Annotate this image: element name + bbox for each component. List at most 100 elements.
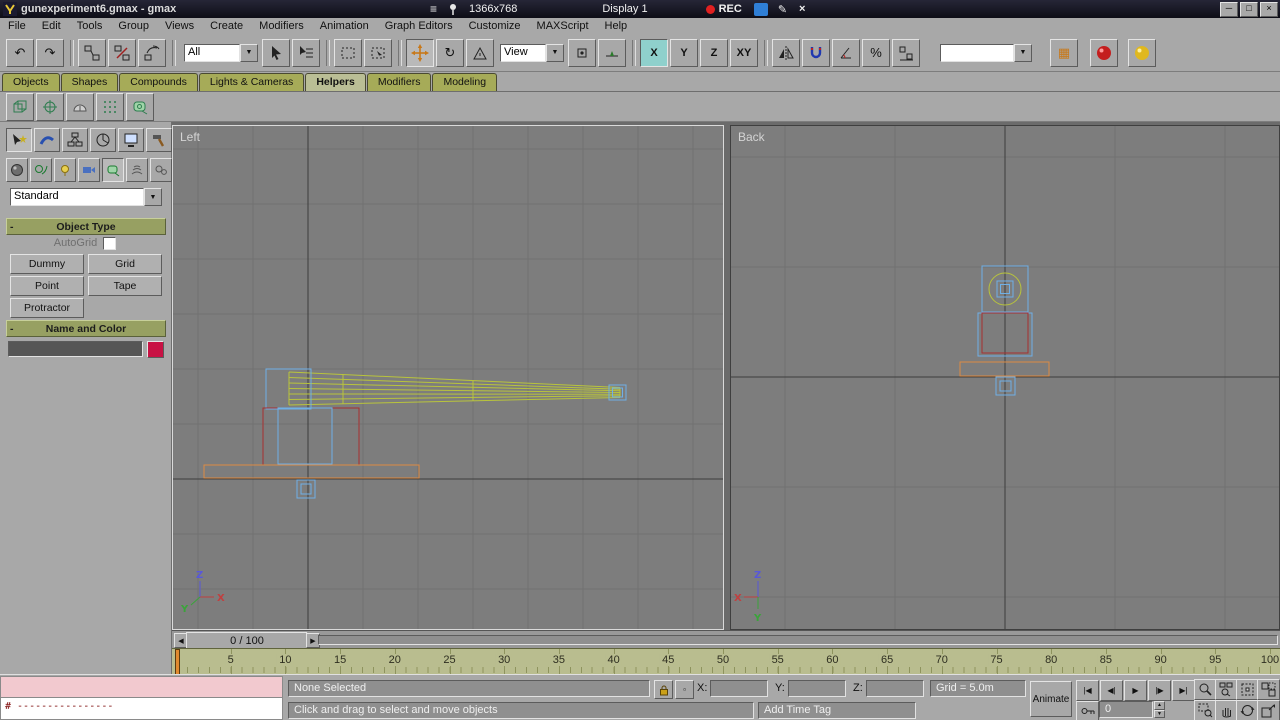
named-selection-sets-combo[interactable]: ▼	[940, 43, 1032, 62]
spacewarps-category-button[interactable]	[126, 158, 148, 182]
go-to-end-button[interactable]: ▶|	[1172, 680, 1195, 701]
shapes-category-button[interactable]	[30, 158, 52, 182]
hierarchy-tab-button[interactable]	[62, 128, 88, 152]
object-type-rollout-header[interactable]: - Object Type	[6, 218, 166, 235]
display-tab-button[interactable]	[118, 128, 144, 152]
cameras-category-button[interactable]	[78, 158, 100, 182]
x-coordinate-field[interactable]	[710, 680, 768, 697]
combo-arrow-icon[interactable]: ▼	[1014, 43, 1032, 62]
track-bar[interactable]: 5 10 15 20 25 30 35 40 45 50 55 60 65 70 75 80 85 90 95 100	[172, 648, 1280, 674]
systems-category-button[interactable]	[150, 158, 172, 182]
body-box-blue[interactable]	[277, 407, 333, 465]
object-color-swatch[interactable]	[147, 340, 164, 358]
select-by-name-button[interactable]	[292, 38, 320, 67]
align-button[interactable]	[892, 38, 920, 67]
restrict-z-button[interactable]: Z	[700, 38, 728, 67]
viewport-back-label[interactable]: Back	[738, 130, 765, 144]
material-editor-button[interactable]	[1090, 38, 1118, 67]
menu-group[interactable]: Group	[110, 20, 157, 32]
selection-region-button[interactable]	[334, 38, 362, 67]
use-pivot-center-button[interactable]	[568, 38, 596, 67]
menu-create[interactable]: Create	[202, 20, 251, 32]
object-type-tape-button[interactable]: Tape	[88, 276, 162, 296]
select-and-rotate-button[interactable]: ↻	[436, 38, 464, 67]
restrict-y-button[interactable]: Y	[670, 38, 698, 67]
coordinate-system-combo[interactable]: View ▼	[500, 43, 564, 62]
animate-button[interactable]: Animate	[1030, 681, 1072, 717]
close-button[interactable]: ×	[1260, 1, 1278, 17]
helper-type-combo[interactable]: Standard ▼	[10, 188, 162, 206]
restrict-xy-button[interactable]: XY	[730, 38, 758, 67]
menu-file[interactable]: File	[0, 20, 34, 32]
selection-lock-button[interactable]	[654, 680, 673, 699]
menu-customize[interactable]: Customize	[461, 20, 529, 32]
select-and-move-button[interactable]	[406, 38, 434, 67]
frame-spinner[interactable]: ▲ ▼	[1154, 701, 1165, 718]
menu-tools[interactable]: Tools	[69, 20, 111, 32]
snap-toggle-button[interactable]	[802, 38, 830, 67]
viewport-left-label[interactable]: Left	[180, 130, 200, 144]
schematic-view-button[interactable]: ▦	[1050, 38, 1078, 67]
create-tab-button[interactable]	[6, 128, 32, 152]
maximize-button[interactable]: □	[1240, 1, 1258, 17]
menu-views[interactable]: Views	[157, 20, 202, 32]
viewport-back[interactable]: Back Z X Y	[730, 125, 1280, 630]
time-slider-handle[interactable]: 0 / 100	[186, 632, 308, 649]
helper-dummy-button[interactable]	[6, 92, 34, 121]
modify-tab-button[interactable]	[34, 128, 60, 152]
tab-modifiers[interactable]: Modifiers	[366, 73, 432, 91]
helper-point-button[interactable]	[36, 92, 64, 121]
combo-arrow-icon[interactable]: ▼	[546, 43, 564, 62]
absolute-mode-button[interactable]: ▫	[675, 680, 694, 699]
lights-category-button[interactable]	[54, 158, 76, 182]
autogrid-checkbox[interactable]	[103, 236, 117, 250]
motion-tab-button[interactable]	[90, 128, 116, 152]
menu-animation[interactable]: Animation	[312, 20, 377, 32]
viewport-left[interactable]: Left Z X Y	[172, 125, 724, 630]
unlink-button[interactable]	[108, 38, 136, 67]
z-coordinate-field[interactable]	[866, 680, 924, 697]
zoom-button[interactable]	[1194, 679, 1217, 700]
helpers-category-button[interactable]	[102, 158, 124, 182]
helper-grid-button[interactable]	[96, 92, 124, 121]
select-and-link-button[interactable]	[78, 38, 106, 67]
key-mode-button[interactable]	[1076, 701, 1099, 720]
base-helper[interactable]	[296, 479, 316, 499]
overlay-menu-icon[interactable]: ≡	[430, 2, 437, 16]
current-frame-field[interactable]: 0	[1099, 701, 1153, 718]
tab-shapes[interactable]: Shapes	[60, 73, 119, 91]
spinner-down-icon[interactable]: ▼	[1154, 709, 1165, 718]
render-button[interactable]	[1128, 38, 1156, 67]
macro-recorder-pane[interactable]	[0, 676, 283, 698]
time-slider-track[interactable]	[318, 635, 1278, 645]
redo-button[interactable]: ↷	[36, 38, 64, 67]
current-frame-marker[interactable]	[175, 649, 180, 674]
utilities-tab-button[interactable]	[146, 128, 172, 152]
bind-to-spacewarp-button[interactable]	[138, 38, 166, 67]
overlay-close-icon[interactable]: ×	[799, 3, 805, 15]
zoom-extents-all-button[interactable]	[1257, 679, 1280, 700]
mirror-button[interactable]	[772, 38, 800, 67]
undo-button[interactable]: ↶	[6, 38, 34, 67]
base-plate[interactable]	[203, 464, 420, 479]
tab-compounds[interactable]: Compounds	[119, 73, 198, 91]
tab-lights-cameras[interactable]: Lights & Cameras	[198, 73, 305, 91]
next-frame-button[interactable]: |▶	[1148, 680, 1171, 701]
arc-rotate-button[interactable]	[1236, 700, 1259, 720]
pin-icon[interactable]	[447, 3, 459, 15]
min-max-toggle-button[interactable]	[1257, 700, 1280, 720]
menu-edit[interactable]: Edit	[34, 20, 69, 32]
percent-snap-button[interactable]: %	[862, 38, 890, 67]
tab-objects[interactable]: Objects	[2, 73, 60, 91]
object-type-dummy-button[interactable]: Dummy	[10, 254, 84, 274]
zoom-all-button[interactable]	[1215, 679, 1238, 700]
go-to-start-button[interactable]: |◀	[1076, 680, 1099, 701]
y-coordinate-field[interactable]	[788, 680, 846, 697]
select-and-manipulate-button[interactable]	[598, 38, 626, 67]
name-color-rollout-header[interactable]: - Name and Color	[6, 320, 166, 337]
combo-arrow-icon[interactable]: ▼	[144, 188, 162, 206]
add-time-tag-field[interactable]: Add Time Tag	[758, 702, 916, 719]
body-box-red[interactable]	[262, 407, 360, 466]
restrict-x-button[interactable]: X	[640, 38, 668, 67]
maxscript-listener-pane[interactable]: # ----------------	[0, 698, 283, 720]
